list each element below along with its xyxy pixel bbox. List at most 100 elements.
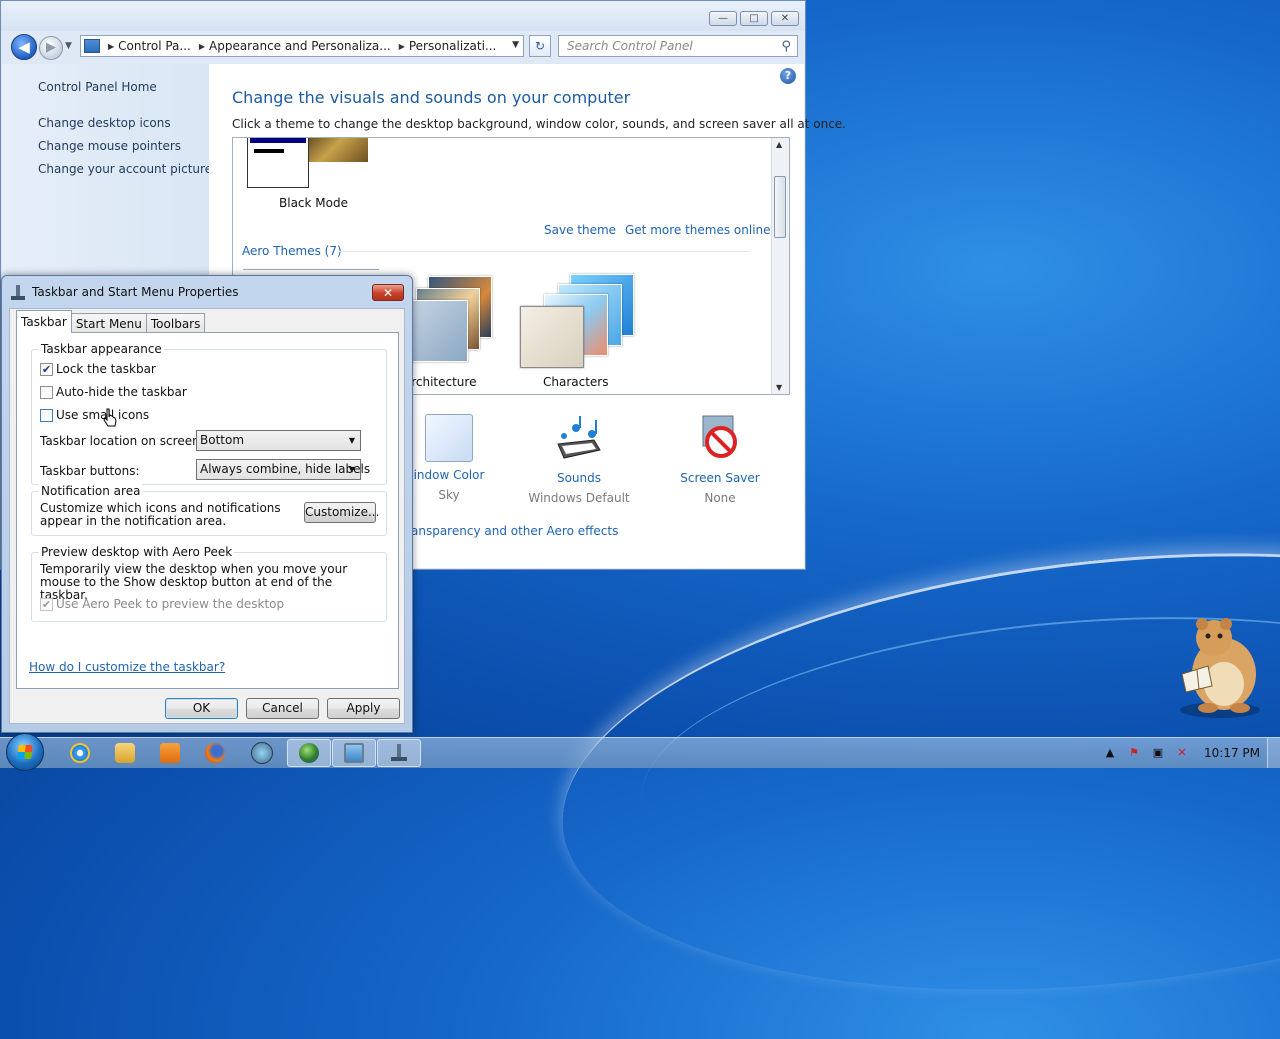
window-titlebar[interactable]: — □ ✕ [1, 1, 805, 31]
small-icons-checkbox[interactable] [40, 408, 53, 422]
dialog-close-button[interactable]: ✕ [372, 284, 404, 301]
taskbar: ▲ ⚑ ▣ ✕ 10:17 PM [0, 733, 1280, 771]
forward-button[interactable]: ▶ [39, 36, 63, 60]
show-hidden-icons-icon[interactable]: ▲ [1102, 745, 1118, 761]
scroll-down-icon[interactable]: ▼ [776, 383, 782, 392]
taskbar-properties-button[interactable] [377, 739, 421, 767]
volume-muted-icon[interactable]: ✕ [1174, 745, 1190, 761]
sounds-value: Windows Default [528, 491, 630, 505]
sidebar-change-desktop-icons[interactable]: Change desktop icons [38, 116, 171, 130]
action-center-icon[interactable]: ⚑ [1126, 745, 1142, 761]
tab-start-menu[interactable]: Start Menu [70, 313, 147, 333]
get-more-themes-link[interactable]: Get more themes online [625, 223, 771, 237]
breadcrumb-control-panel[interactable]: Control Pa... [118, 39, 191, 53]
location-label: Taskbar location on screen: [40, 434, 204, 448]
chevron-right-icon[interactable]: ▶ [199, 42, 205, 51]
taskbar-firefox-button[interactable] [193, 739, 237, 767]
screen-saver-icon [702, 415, 737, 458]
notification-description: Customize which icons and notifications … [40, 501, 281, 528]
theme-label-characters[interactable]: Characters [543, 375, 609, 389]
screen-saver-label[interactable]: Screen Saver [665, 471, 775, 485]
taskbar-buttons-value: Always combine, hide labels [200, 462, 371, 476]
breadcrumb-appearance[interactable]: Appearance and Personaliza... [209, 39, 391, 53]
aero-effects-link[interactable]: ansparency and other Aero effects [411, 524, 618, 538]
minimize-button[interactable]: — [709, 11, 737, 26]
scroll-thumb[interactable] [774, 176, 786, 238]
taskbar-network-button[interactable] [240, 739, 284, 767]
cancel-button[interactable]: Cancel [246, 698, 319, 719]
group-title: Taskbar appearance [39, 342, 164, 356]
ok-button[interactable]: OK [165, 698, 238, 719]
taskbar-explorer-button[interactable] [103, 739, 147, 767]
autohide-checkbox[interactable] [40, 385, 53, 399]
help-icon[interactable]: ? [780, 68, 796, 84]
clock[interactable]: 10:17 PM [1204, 746, 1260, 760]
dialog-title: Taskbar and Start Menu Properties [32, 285, 239, 299]
selected-theme-outline [243, 269, 379, 272]
page-subtitle: Click a theme to change the desktop back… [232, 117, 846, 131]
taskbar-properties-dialog: Taskbar and Start Menu Properties ✕ Task… [1, 275, 413, 733]
taskbar-globe-button[interactable] [287, 739, 331, 767]
lock-taskbar-checkbox[interactable]: ✔ [40, 362, 53, 376]
group-title: Preview desktop with Aero Peek [39, 545, 235, 559]
taskbar-ie-button[interactable] [58, 739, 102, 767]
theme-characters[interactable] [520, 274, 638, 369]
customize-button[interactable]: Customize... [304, 502, 379, 523]
internet-explorer-icon [70, 743, 90, 763]
small-icons-row[interactable]: Use small icons [40, 408, 149, 422]
address-dropdown-icon[interactable]: ▼ [512, 40, 519, 50]
taskbar-buttons-select[interactable]: Always combine, hide labels ▼ [196, 459, 370, 480]
autohide-label[interactable]: Auto-hide the taskbar [56, 385, 187, 399]
maximize-button[interactable]: □ [740, 11, 768, 26]
theme-label-architecture[interactable]: Architecture [403, 375, 476, 389]
network-status-icon[interactable]: ▣ [1150, 745, 1166, 761]
taskbar-location-select[interactable]: Bottom ▼ [196, 430, 361, 451]
sounds-icon [557, 416, 601, 459]
screen-saver-item[interactable]: Screen Saver None [665, 414, 775, 505]
save-theme-link[interactable]: Save theme [544, 223, 616, 237]
system-tray: ▲ ⚑ ▣ ✕ 10:17 PM [1094, 738, 1280, 768]
black-mode-theme-thumbnail[interactable] [247, 138, 309, 188]
network-icon [251, 742, 273, 764]
customize-help-link[interactable]: How do I customize the taskbar? [29, 660, 225, 674]
aero-peek-row: ✔ Use Aero Peek to preview the desktop [40, 597, 284, 611]
window-color-icon [425, 414, 473, 462]
show-desktop-button[interactable] [1267, 738, 1280, 768]
search-input[interactable]: Search Control Panel ⚲ [558, 35, 798, 57]
theme-label-black-mode[interactable]: Black Mode [279, 196, 348, 210]
theme-list-scrollbar[interactable]: ▲ ▼ [771, 138, 789, 394]
tab-taskbar[interactable]: Taskbar [16, 310, 72, 333]
back-button[interactable]: ◀ [11, 34, 37, 60]
taskbar-media-player-button[interactable] [148, 739, 192, 767]
globe-icon [299, 743, 319, 763]
chevron-right-icon[interactable]: ▶ [399, 42, 405, 51]
sidebar-change-account-picture[interactable]: Change your account picture [38, 162, 212, 176]
aero-peek-checkbox: ✔ [40, 597, 53, 611]
sounds-label[interactable]: Sounds [524, 471, 634, 485]
scroll-up-icon[interactable]: ▲ [776, 140, 782, 149]
sidebar-change-mouse-pointers[interactable]: Change mouse pointers [38, 139, 181, 153]
breadcrumb-personalization[interactable]: Personalizati... [409, 39, 496, 53]
lock-taskbar-row[interactable]: ✔ Lock the taskbar [40, 362, 156, 376]
taskbar-appearance-group: Taskbar appearance ✔ Lock the taskbar Au… [31, 342, 387, 485]
chevron-right-icon[interactable]: ▶ [108, 42, 114, 51]
windows-explorer-icon [115, 743, 135, 763]
refresh-button[interactable]: ↻ [529, 35, 551, 57]
close-button[interactable]: ✕ [771, 11, 799, 26]
tab-toolbars[interactable]: Toolbars [145, 313, 206, 333]
apply-button[interactable]: Apply [327, 698, 400, 719]
address-bar[interactable]: ▶ Control Pa... ▶ Appearance and Persona… [80, 35, 524, 57]
aero-peek-label: Use Aero Peek to preview the desktop [56, 597, 285, 611]
theme-architecture[interactable] [398, 276, 516, 371]
search-placeholder: Search Control Panel [567, 39, 693, 53]
black-mode-wallpaper-preview[interactable] [309, 138, 368, 162]
autohide-row[interactable]: Auto-hide the taskbar [40, 385, 187, 399]
search-icon[interactable]: ⚲ [781, 37, 791, 57]
sidebar-control-panel-home[interactable]: Control Panel Home [38, 80, 157, 94]
sounds-item[interactable]: Sounds Windows Default [524, 414, 634, 505]
lock-taskbar-label[interactable]: Lock the taskbar [56, 362, 156, 376]
taskbar-control-panel-button[interactable] [332, 739, 376, 767]
recent-pages-dropdown[interactable]: ▼ [65, 41, 72, 51]
hamster-gadget-icon[interactable] [1168, 612, 1268, 722]
start-button[interactable] [6, 733, 44, 771]
